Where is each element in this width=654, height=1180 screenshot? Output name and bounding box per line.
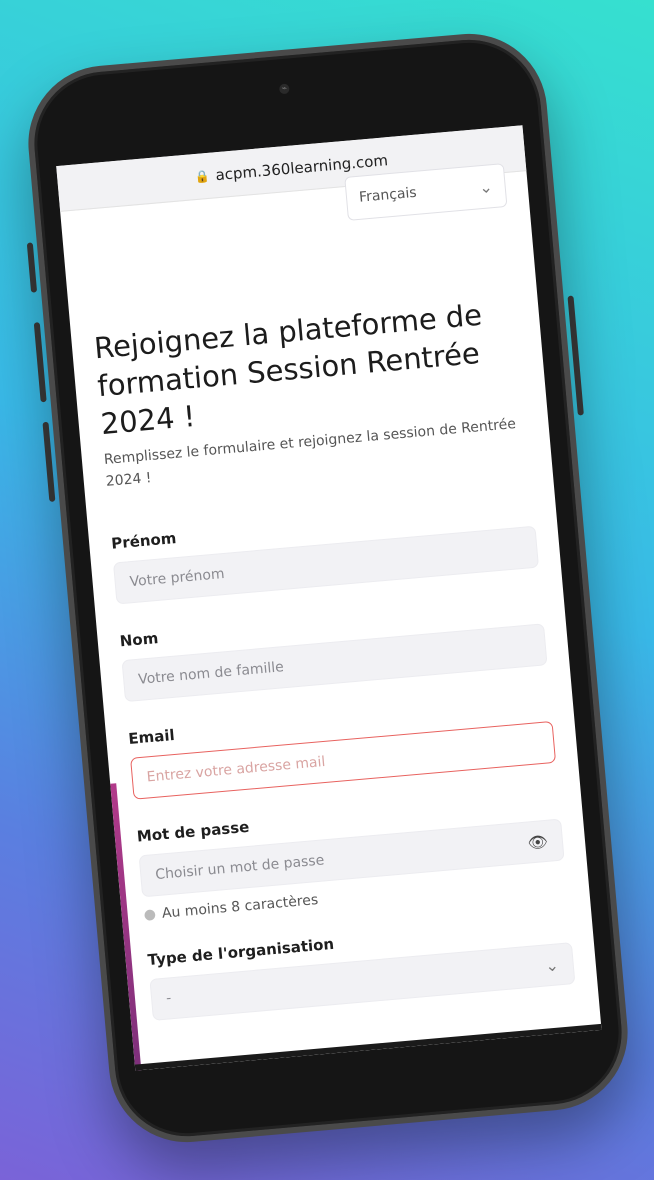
last-name-field: Nom Votre nom de famille (119, 595, 548, 703)
password-field: Mot de passe Choisir un mot de passe 👁 ●… (136, 791, 567, 924)
chevron-down-icon: ⌄ (478, 176, 494, 197)
screen-bottom-edge (134, 1023, 602, 1071)
org-type-value: - (165, 990, 172, 1007)
email-field: Email Entrez votre adresse mail (128, 693, 557, 800)
signup-form: Prénom Votre prénom Nom Votre nom de fam… (111, 498, 576, 1021)
lock-icon: 🔒 (194, 168, 211, 184)
chevron-down-icon: ⌄ (544, 954, 560, 975)
phone-frame: ⌁ 🔒 acpm.360learning.com Français ⌄ Rejo… (21, 27, 635, 1149)
email-placeholder: Entrez votre adresse mail (146, 753, 326, 786)
org-type-field: Type de l'organisation - ⌄ (147, 914, 576, 1021)
first-name-placeholder: Votre prénom (129, 565, 226, 591)
bullet-icon: ● (143, 906, 157, 924)
mute-switch (26, 242, 38, 293)
first-name-field: Prénom Votre prénom (111, 498, 540, 605)
signup-page: Français ⌄ Rejoignez la plateforme de fo… (60, 163, 597, 1023)
phone-screen: 🔒 acpm.360learning.com Français ⌄ Rejoig… (56, 125, 602, 1071)
eye-icon[interactable]: 👁 (527, 831, 549, 852)
password-hint-text: Au moins 8 caractères (161, 892, 319, 922)
phone-body: ⌁ 🔒 acpm.360learning.com Français ⌄ Rejo… (21, 27, 635, 1149)
camera-icon: ⌁ (278, 83, 290, 95)
last-name-placeholder: Votre nom de famille (137, 659, 285, 688)
password-placeholder: Choisir un mot de passe (154, 852, 325, 884)
language-value: Français (358, 184, 418, 206)
